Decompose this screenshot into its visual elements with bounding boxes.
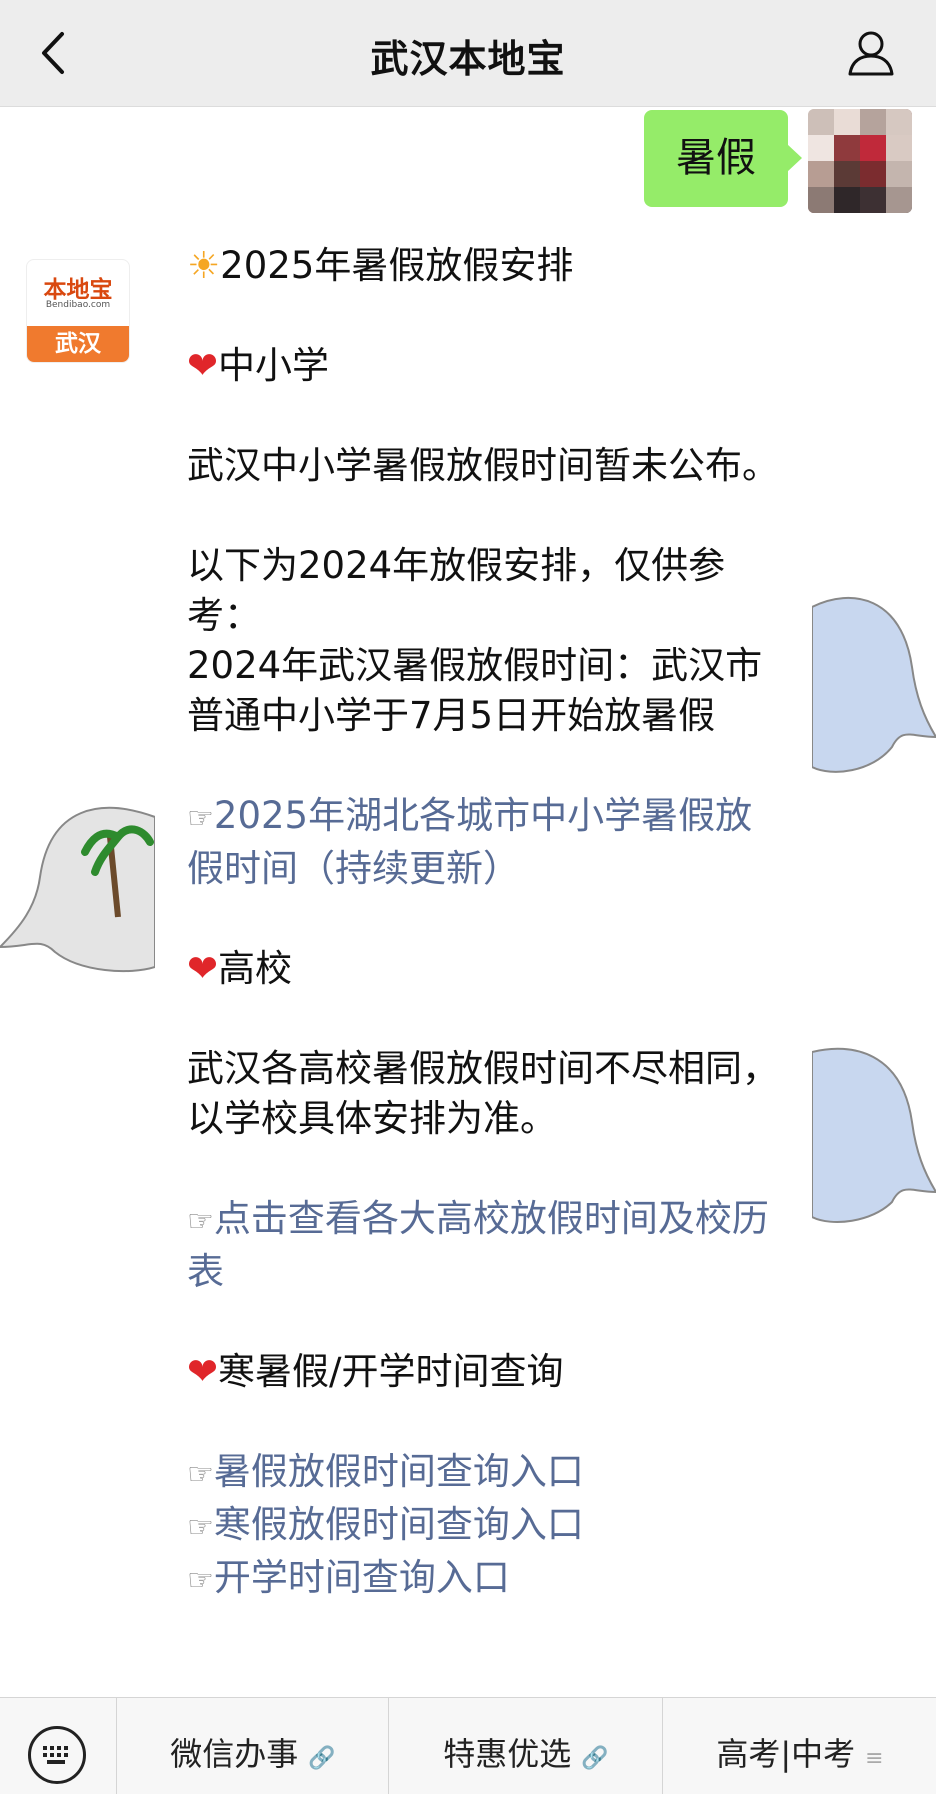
link-university-calendar[interactable]: 点击查看各大高校放假时间及校历表 xyxy=(187,1197,769,1293)
keyboard-icon[interactable] xyxy=(28,1726,86,1784)
user-avatar[interactable] xyxy=(808,109,912,213)
pointing-hand-icon: ☞ xyxy=(187,1204,214,1239)
message-title: 2025年暑假放假安排 xyxy=(220,244,574,287)
heart-icon: ❤ xyxy=(187,344,219,387)
menu-item-wechat-service[interactable]: 微信办事 🔗 xyxy=(116,1698,389,1794)
section-text-primary: 武汉中小学暑假放假时间暂未公布。 xyxy=(187,444,779,487)
sun-icon: ☀ xyxy=(187,244,221,287)
pointing-hand-icon: ☞ xyxy=(187,1563,214,1598)
pointing-hand-icon: ☞ xyxy=(187,801,214,836)
logo-url: Bendibao.com xyxy=(45,300,111,310)
bot-message-text: ☀2025年暑假放假安排 ❤中小学 武汉中小学暑假放假时间暂未公布。 以下为20… xyxy=(187,241,787,1606)
menu-icon: ≡ xyxy=(865,1746,884,1771)
section-title-query: 寒暑假/开学时间查询 xyxy=(218,1350,564,1393)
bottom-menu: 微信办事 🔗 特惠优选 🔗 高考|中考 ≡ xyxy=(0,1697,936,1794)
pointing-hand-icon: ☞ xyxy=(187,1457,214,1492)
bot-avatar[interactable]: 本地宝 Bendibao.com 武汉 xyxy=(26,259,130,363)
section-detail-primary: 2024年武汉暑假放假时间：武汉市普通中小学于7月5日开始放暑假 xyxy=(187,644,763,737)
link-school-start-query[interactable]: 开学时间查询入口 xyxy=(214,1556,510,1599)
link-winter-query[interactable]: 寒假放假时间查询入口 xyxy=(214,1503,584,1546)
logo-text: 本地宝 xyxy=(43,277,113,303)
menu-item-label: 特惠优选 xyxy=(443,1735,572,1773)
menu-item-exams[interactable]: 高考|中考 ≡ xyxy=(662,1698,936,1794)
section-text-university: 武汉各高校暑假放假时间不尽相同，以学校具体安排为准。 xyxy=(187,1047,779,1140)
menu-item-discounts[interactable]: 特惠优选 🔗 xyxy=(388,1698,663,1794)
whale-sticker-right-bottom xyxy=(812,1047,936,1223)
link-icon: 🔗 xyxy=(581,1746,609,1771)
link-hubei-schedule[interactable]: 2025年湖北各城市中小学暑假放假时间（持续更新） xyxy=(187,794,752,890)
chat-area[interactable]: 暑假 本地宝 Bendibao.com 武汉 ☀2025年暑假放假安排 ❤中小学… xyxy=(0,107,936,1697)
pointing-hand-icon: ☞ xyxy=(187,1510,214,1545)
bot-message-bubble[interactable]: ☀2025年暑假放假安排 ❤中小学 武汉中小学暑假放假时间暂未公布。 以下为20… xyxy=(155,237,811,1697)
heart-icon: ❤ xyxy=(187,947,219,990)
top-bar: 武汉本地宝 xyxy=(0,0,936,107)
menu-item-label: 微信办事 xyxy=(170,1735,299,1773)
heart-icon: ❤ xyxy=(187,1350,219,1393)
section-ref-primary: 以下为2024年放假安排，仅供参考： xyxy=(187,544,726,637)
whale-sticker-right-top xyxy=(812,596,936,773)
user-message-bubble[interactable]: 暑假 xyxy=(644,110,802,207)
page-title: 武汉本地宝 xyxy=(370,37,566,81)
section-title-university: 高校 xyxy=(218,947,293,990)
link-icon: 🔗 xyxy=(308,1746,336,1771)
section-title-primary: 中小学 xyxy=(218,344,330,387)
person-icon[interactable] xyxy=(846,28,896,78)
link-summer-query[interactable]: 暑假放假时间查询入口 xyxy=(214,1450,584,1493)
logo-city: 武汉 xyxy=(27,326,129,362)
whale-sticker-left xyxy=(0,806,155,973)
menu-item-label: 高考|中考 xyxy=(716,1735,856,1773)
